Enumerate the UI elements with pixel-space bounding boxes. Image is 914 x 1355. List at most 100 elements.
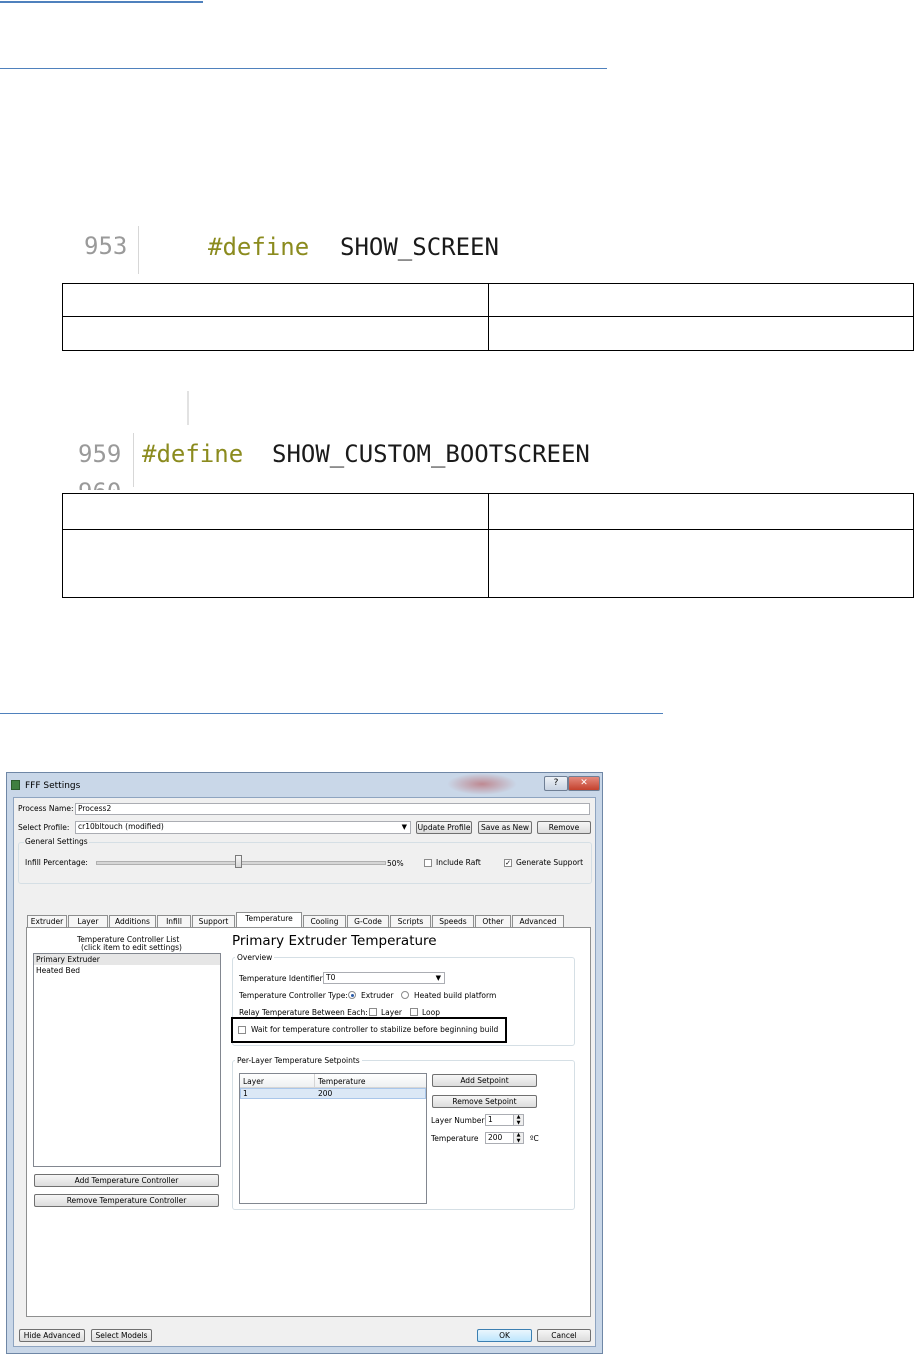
relay-loop-checkbox[interactable] bbox=[410, 1008, 418, 1016]
temp-identifier-label: Temperature Identifier bbox=[239, 974, 323, 983]
controller-list[interactable]: Primary Extruder Heated Bed bbox=[33, 953, 221, 1167]
extruder-radio-label: Extruder bbox=[361, 991, 394, 1000]
select-profile-value: cr10bltouch (modified) bbox=[78, 822, 164, 831]
ok-button[interactable]: OK bbox=[477, 1329, 532, 1342]
tab-gcode[interactable]: G-Code bbox=[347, 915, 389, 927]
wait-stabilize-checkbox[interactable] bbox=[238, 1026, 246, 1034]
tab-advanced[interactable]: Advanced bbox=[512, 915, 564, 927]
heading-rule-top bbox=[0, 1, 203, 3]
tab-support[interactable]: Support bbox=[192, 915, 235, 927]
select-profile-label: Select Profile: bbox=[18, 823, 70, 832]
relay-label: Relay Temperature Between Each: bbox=[239, 1008, 368, 1017]
tab-layer[interactable]: Layer bbox=[68, 915, 108, 927]
table-cell bbox=[62, 493, 489, 530]
tab-speeds[interactable]: Speeds bbox=[432, 915, 474, 927]
select-models-button[interactable]: Select Models bbox=[91, 1329, 152, 1342]
table-row[interactable]: 1 200 bbox=[240, 1088, 426, 1099]
gutter-divider bbox=[133, 433, 134, 487]
line-number: 953 bbox=[84, 232, 128, 260]
heated-platform-radio-label: Heated build platform bbox=[414, 991, 497, 1000]
dialog-body: Process Name: Process2 Select Profile: c… bbox=[13, 797, 596, 1347]
generate-support-checkbox[interactable]: ✓ bbox=[504, 859, 512, 867]
tab-scripts[interactable]: Scripts bbox=[390, 915, 431, 927]
column-header-temperature[interactable]: Temperature bbox=[318, 1077, 366, 1086]
cancel-button[interactable]: Cancel bbox=[537, 1329, 591, 1342]
include-raft-checkbox[interactable] bbox=[424, 859, 432, 867]
column-divider bbox=[314, 1074, 315, 1087]
heading-rule-1 bbox=[0, 68, 607, 69]
add-controller-button[interactable]: Add Temperature Controller bbox=[34, 1174, 219, 1187]
temp-identifier-value: T0 bbox=[326, 973, 336, 982]
section-title: Primary Extruder Temperature bbox=[232, 933, 437, 949]
temperature-input[interactable]: 200 ▲ ▼ bbox=[485, 1132, 524, 1144]
define-keyword: #define bbox=[208, 233, 310, 261]
define-keyword: #define bbox=[142, 440, 244, 468]
remove-controller-button[interactable]: Remove Temperature Controller bbox=[34, 1194, 219, 1207]
temperature-unit: ºC bbox=[530, 1134, 539, 1143]
layer-number-spinner[interactable]: ▲ ▼ bbox=[513, 1115, 523, 1125]
text-cursor bbox=[187, 391, 189, 425]
layer-number-input[interactable]: 1 ▲ ▼ bbox=[485, 1114, 524, 1126]
app-icon bbox=[11, 780, 20, 790]
macro-name: SHOW_SCREEN bbox=[340, 233, 499, 261]
table-header: Layer Temperature bbox=[240, 1074, 426, 1088]
heated-platform-radio[interactable] bbox=[401, 991, 409, 999]
column-header-layer[interactable]: Layer bbox=[243, 1077, 264, 1086]
list-item[interactable]: Heated Bed bbox=[34, 965, 220, 976]
tab-infill[interactable]: Infill bbox=[157, 915, 191, 927]
relay-loop-label: Loop bbox=[422, 1008, 440, 1017]
add-setpoint-button[interactable]: Add Setpoint bbox=[432, 1074, 537, 1087]
chevron-down-icon: ▼ bbox=[401, 823, 407, 831]
hide-advanced-button[interactable]: Hide Advanced bbox=[19, 1329, 85, 1342]
gutter-divider bbox=[138, 226, 139, 274]
tab-additions[interactable]: Additions bbox=[109, 915, 156, 927]
heading-rule-2 bbox=[0, 713, 663, 714]
table-cell bbox=[488, 493, 914, 530]
chevron-down-icon: ▼ bbox=[435, 974, 441, 982]
list-item[interactable]: Primary Extruder bbox=[34, 954, 220, 965]
macro-name: SHOW_CUSTOM_BOOTSCREEN bbox=[272, 440, 590, 468]
tab-temperature[interactable]: Temperature bbox=[236, 912, 302, 928]
title-red-blur bbox=[447, 773, 517, 795]
process-name-label: Process Name: bbox=[18, 804, 74, 813]
controller-type-label: Temperature Controller Type: bbox=[239, 991, 348, 1000]
remove-setpoint-button[interactable]: Remove Setpoint bbox=[432, 1095, 537, 1108]
table-2 bbox=[62, 493, 914, 598]
cell-temperature: 200 bbox=[318, 1089, 333, 1098]
help-button[interactable]: ? bbox=[544, 776, 568, 791]
temperature-spinner[interactable]: ▲ ▼ bbox=[513, 1133, 523, 1143]
table-cell bbox=[488, 316, 914, 351]
update-profile-button[interactable]: Update Profile bbox=[416, 821, 472, 834]
table-cell bbox=[488, 529, 914, 598]
relay-layer-checkbox[interactable] bbox=[369, 1008, 377, 1016]
extruder-radio[interactable] bbox=[348, 991, 356, 999]
table-1 bbox=[62, 283, 914, 351]
remove-profile-button[interactable]: Remove bbox=[537, 821, 591, 834]
temperature-tab-panel: Temperature Controller List (click item … bbox=[26, 927, 591, 1317]
relay-layer-label: Layer bbox=[381, 1008, 402, 1017]
dialog-title: FFF Settings bbox=[25, 781, 81, 791]
overview-label: Overview bbox=[235, 953, 275, 962]
select-profile-dropdown[interactable]: cr10bltouch (modified) ▼ bbox=[75, 821, 411, 834]
table-cell bbox=[62, 529, 489, 598]
table-cell bbox=[62, 283, 489, 317]
infill-percentage-label: Infill Percentage: bbox=[25, 858, 88, 867]
tab-extruder[interactable]: Extruder bbox=[27, 915, 67, 927]
close-button[interactable]: ✕ bbox=[568, 776, 600, 791]
next-line-partial: 960 bbox=[78, 478, 130, 490]
include-raft-label: Include Raft bbox=[436, 858, 481, 867]
infill-slider-handle[interactable] bbox=[235, 855, 242, 868]
setpoints-table[interactable]: Layer Temperature 1 200 bbox=[239, 1073, 427, 1204]
line-number: 959 bbox=[78, 440, 122, 468]
infill-percentage-value: 50% bbox=[387, 859, 404, 868]
save-as-new-button[interactable]: Save as New bbox=[478, 821, 532, 834]
process-name-input[interactable]: Process2 bbox=[75, 803, 590, 815]
table-cell bbox=[488, 283, 914, 317]
tab-cooling[interactable]: Cooling bbox=[303, 915, 346, 927]
setpoints-label: Per-Layer Temperature Setpoints bbox=[235, 1056, 362, 1065]
generate-support-label: Generate Support bbox=[516, 858, 584, 867]
temp-identifier-dropdown[interactable]: T0 ▼ bbox=[323, 972, 445, 984]
controller-list-subtitle: (click item to edit settings) bbox=[81, 943, 182, 952]
tab-other[interactable]: Other bbox=[475, 915, 511, 927]
fff-settings-dialog: FFF Settings ? ✕ Process Name: Process2 … bbox=[6, 772, 603, 1354]
